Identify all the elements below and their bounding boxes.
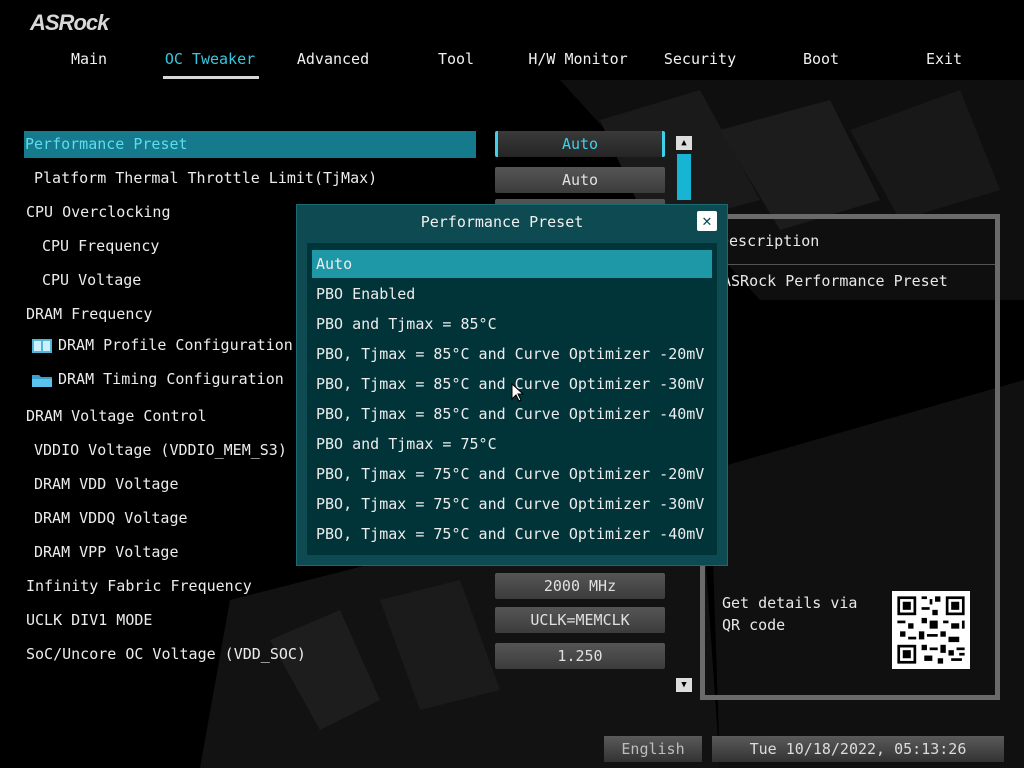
setting-dram-frequency[interactable]: DRAM Frequency (26, 305, 152, 323)
option-pbo-85-co-40[interactable]: PBO, Tjmax = 85°C and Curve Optimizer -4… (312, 400, 712, 428)
dram-profile-config-label: DRAM Profile Configuration (58, 336, 293, 354)
tab-security[interactable]: Security (650, 50, 750, 68)
description-divider (710, 264, 995, 265)
setting-dram-timing-config[interactable]: DRAM Timing Configuration (32, 370, 284, 388)
setting-performance-preset[interactable]: Performance Preset (25, 135, 188, 153)
tab-main[interactable]: Main (39, 50, 139, 68)
setting-cpu-frequency[interactable]: CPU Frequency (42, 237, 159, 255)
setting-dram-vpp-voltage[interactable]: DRAM VPP Voltage (34, 543, 179, 561)
setting-dram-vddq-voltage[interactable]: DRAM VDDQ Voltage (34, 509, 188, 527)
mouse-cursor-icon (511, 383, 525, 402)
tab-boot[interactable]: Boot (771, 50, 871, 68)
qr-code-icon (892, 591, 970, 669)
dram-timing-config-label: DRAM Timing Configuration (58, 370, 284, 388)
tab-oc-tweaker[interactable]: OC Tweaker (160, 50, 260, 68)
folder-icon (32, 374, 52, 387)
description-text: ASRock Performance Preset (722, 272, 948, 290)
tab-tool[interactable]: Tool (406, 50, 506, 68)
tab-exit[interactable]: Exit (894, 50, 994, 68)
option-pbo-75-co-30[interactable]: PBO, Tjmax = 75°C and Curve Optimizer -3… (312, 490, 712, 518)
description-title: Description (720, 232, 820, 250)
option-pbo-tjmax-85[interactable]: PBO and Tjmax = 85°C (312, 310, 712, 338)
soc-voltage-value[interactable]: 1.250 (495, 643, 665, 669)
option-pbo-tjmax-75[interactable]: PBO and Tjmax = 75°C (312, 430, 712, 458)
setting-soc-uncore-voltage[interactable]: SoC/Uncore OC Voltage (VDD_SOC) (26, 645, 306, 663)
language-button[interactable]: English (604, 736, 702, 762)
dialog-title: Performance Preset (420, 213, 584, 231)
option-pbo-enabled[interactable]: PBO Enabled (312, 280, 712, 308)
setting-vddio-voltage[interactable]: VDDIO Voltage (VDDIO_MEM_S3) (34, 441, 287, 459)
tab-hw-monitor[interactable]: H/W Monitor (528, 50, 628, 68)
asrock-logo: ASRock (30, 10, 109, 35)
book-icon (32, 338, 52, 353)
option-auto[interactable]: Auto (312, 250, 712, 278)
qr-caption: Get details via QR code (722, 594, 858, 634)
setting-cpu-overclocking[interactable]: CPU Overclocking (26, 203, 171, 221)
option-pbo-85-co-20[interactable]: PBO, Tjmax = 85°C and Curve Optimizer -2… (312, 340, 712, 368)
setting-thermal-throttle-limit[interactable]: Platform Thermal Throttle Limit(TjMax) (34, 169, 377, 187)
active-tab-underline (163, 76, 259, 79)
setting-dram-profile-config[interactable]: DRAM Profile Configuration (32, 336, 293, 354)
close-icon[interactable]: ✕ (697, 211, 717, 231)
top-nav: Main OC Tweaker Advanced Tool H/W Monito… (0, 50, 1024, 80)
thermal-throttle-value[interactable]: Auto (495, 167, 665, 193)
option-pbo-75-co-20[interactable]: PBO, Tjmax = 75°C and Curve Optimizer -2… (312, 460, 712, 488)
setting-infinity-fabric-frequency[interactable]: Infinity Fabric Frequency (26, 577, 252, 595)
uclk-div1-value[interactable]: UCLK=MEMCLK (495, 607, 665, 633)
option-pbo-75-co-40[interactable]: PBO, Tjmax = 75°C and Curve Optimizer -4… (312, 520, 712, 548)
performance-preset-value[interactable]: Auto (495, 131, 665, 157)
scroll-down-icon[interactable]: ▼ (676, 678, 692, 692)
tab-advanced[interactable]: Advanced (283, 50, 383, 68)
scroll-up-icon[interactable]: ▲ (676, 136, 692, 150)
setting-cpu-voltage[interactable]: CPU Voltage (42, 271, 141, 289)
setting-uclk-div1-mode[interactable]: UCLK DIV1 MODE (26, 611, 152, 629)
scroll-thumb[interactable] (677, 154, 691, 200)
setting-dram-voltage-control[interactable]: DRAM Voltage Control (26, 407, 207, 425)
datetime-display: Tue 10/18/2022, 05:13:26 (712, 736, 1004, 762)
infinity-fabric-value[interactable]: 2000 MHz (495, 573, 665, 599)
setting-dram-vdd-voltage[interactable]: DRAM VDD Voltage (34, 475, 179, 493)
